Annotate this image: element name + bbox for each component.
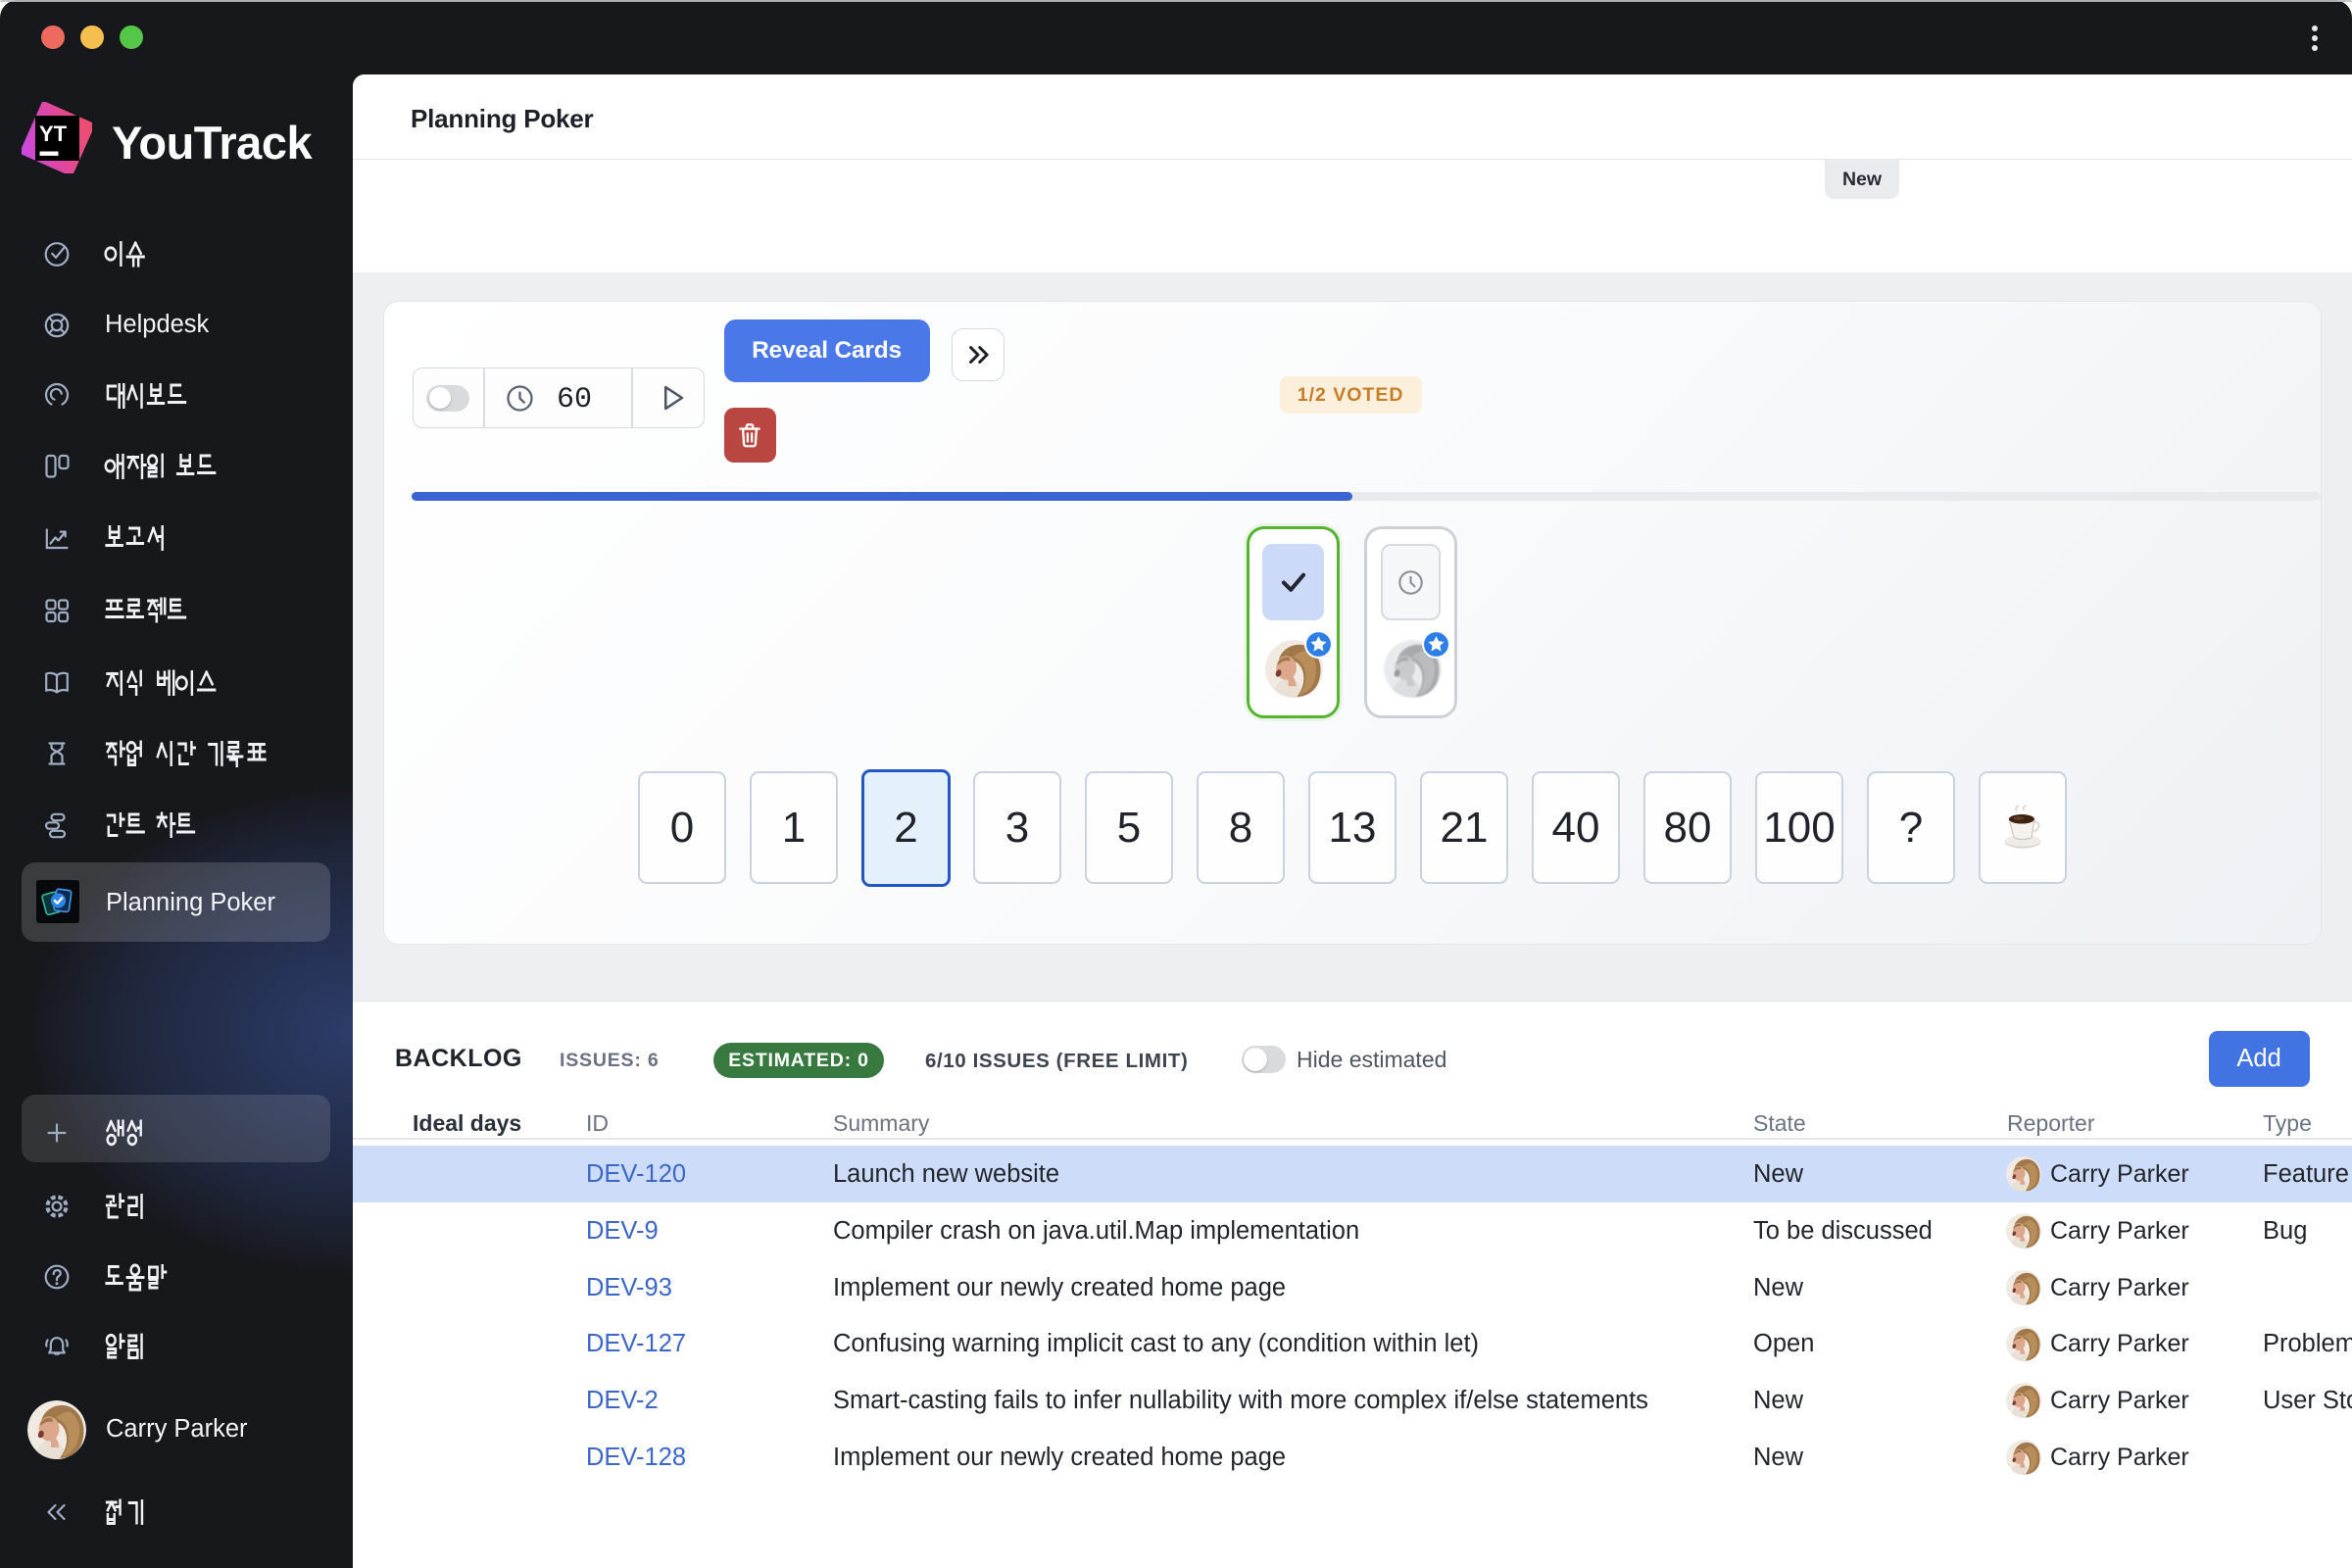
- svg-text:YT: YT: [39, 122, 68, 146]
